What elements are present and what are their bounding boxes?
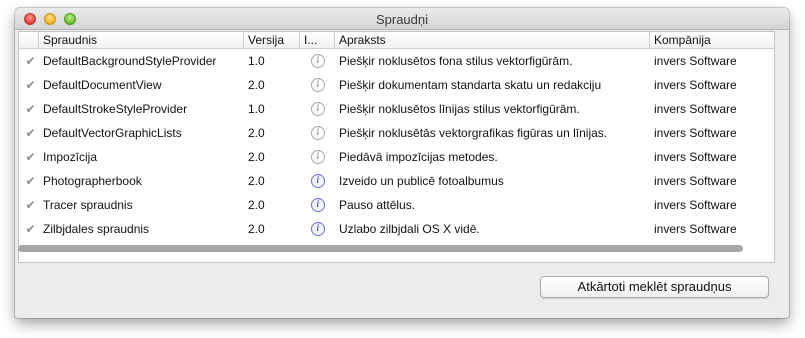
plugin-company: invers Software <box>654 222 737 236</box>
plugin-name: DefaultVectorGraphicLists <box>43 126 182 140</box>
plugin-name: Zilbjdales spraudnis <box>43 222 150 236</box>
plugin-company: invers Software <box>654 150 737 164</box>
plugin-description: Pauso attēlus. <box>339 198 416 212</box>
checkmark-icon[interactable]: ✔ <box>24 175 37 188</box>
plugin-name: DefaultBackgroundStyleProvider <box>43 54 217 68</box>
table-row[interactable]: ✔ Impozīcija 2.0 i Piedāvā impozīcijas metod… <box>19 145 774 169</box>
column-header-version[interactable]: Versija <box>244 32 300 49</box>
plugin-name: DefaultStrokeStyleProvider <box>43 102 188 116</box>
plugin-name: DefaultDocumentView <box>43 78 162 92</box>
plugin-version: 2.0 <box>248 174 265 188</box>
plugin-description: Uzlabo zilbjdali OS X vidē. <box>339 222 480 236</box>
plugin-version: 1.0 <box>248 102 265 116</box>
checkmark-icon[interactable]: ✔ <box>24 79 37 92</box>
info-icon[interactable]: i <box>311 126 325 140</box>
plugin-company: invers Software <box>654 198 737 212</box>
plugin-company: invers Software <box>654 126 737 140</box>
plugin-name: Photographerbook <box>43 174 142 188</box>
plugin-version: 2.0 <box>248 78 265 92</box>
plugin-company: invers Software <box>654 78 737 92</box>
plugins-window: Spraudņi Spraudnis Versija I... Apraksts… <box>15 8 789 318</box>
info-icon[interactable]: i <box>311 174 325 188</box>
info-icon[interactable]: i <box>311 222 325 236</box>
plugin-description: Izveido un publicē fotoalbumus <box>339 174 504 188</box>
plugin-description: Piešķir dokumentam standarta skatu un re… <box>339 78 602 92</box>
plugin-description: Piedāvā impozīcijas metodes. <box>339 150 498 164</box>
info-icon[interactable]: i <box>311 54 325 68</box>
title-bar: Spraudņi <box>15 8 789 30</box>
plugins-table: Spraudnis Versija I... Apraksts Kompānij… <box>18 31 775 263</box>
info-icon[interactable]: i <box>311 102 325 116</box>
checkmark-icon[interactable]: ✔ <box>24 199 37 212</box>
table-row[interactable]: ✔ Tracer spraudnis 2.0 i Pauso attēlus. inver… <box>19 193 774 217</box>
plugin-description: Piešķir noklusētos līnijas stilus vektor… <box>339 102 580 116</box>
column-header-company[interactable]: Kompānija <box>650 32 774 49</box>
rescan-plugins-button[interactable]: Atkārtoti meklēt spraudņus <box>540 276 769 298</box>
window-title: Spraudņi <box>375 12 429 27</box>
table-row[interactable]: ✔ Photographerbook 2.0 i Izveido un publicē … <box>19 169 774 193</box>
column-header-info[interactable]: I... <box>300 32 335 49</box>
checkmark-icon[interactable]: ✔ <box>24 151 37 164</box>
info-icon[interactable]: i <box>311 78 325 92</box>
plugin-version: 1.0 <box>248 54 265 68</box>
plugin-description: Piešķir noklusētās vektorgrafikas figūra… <box>339 126 608 140</box>
column-header-name[interactable]: Spraudnis <box>39 32 244 49</box>
plugin-version: 2.0 <box>248 222 265 236</box>
checkmark-icon[interactable]: ✔ <box>24 55 37 68</box>
table-row[interactable]: ✔ DefaultBackgroundStyleProvider 1.0 i Piešķ… <box>19 49 774 73</box>
info-icon[interactable]: i <box>311 198 325 212</box>
checkmark-icon[interactable]: ✔ <box>24 223 37 236</box>
plugin-version: 2.0 <box>248 198 265 212</box>
plugin-name: Tracer spraudnis <box>43 198 133 212</box>
plugin-name: Impozīcija <box>43 150 98 164</box>
column-header-description[interactable]: Apraksts <box>335 32 650 49</box>
table-header: Spraudnis Versija I... Apraksts Kompānij… <box>19 32 774 49</box>
column-header-checkbox[interactable] <box>19 32 39 49</box>
plugin-company: invers Software <box>654 102 737 116</box>
plugin-version: 2.0 <box>248 126 265 140</box>
checkmark-icon[interactable]: ✔ <box>24 127 37 140</box>
horizontal-scrollbar[interactable] <box>18 245 743 252</box>
info-icon[interactable]: i <box>311 150 325 164</box>
plugin-company: invers Software <box>654 174 737 188</box>
table-row[interactable]: ✔ DefaultVectorGraphicLists 2.0 i Piešķir no… <box>19 121 774 145</box>
plugin-company: invers Software <box>654 54 737 68</box>
plugin-version: 2.0 <box>248 150 265 164</box>
plugin-description: Piešķir noklusētos fona stilus vektorfig… <box>339 54 573 68</box>
table-row[interactable]: ✔ DefaultDocumentView 2.0 i Piešķir dokument… <box>19 73 774 97</box>
table-row[interactable]: ✔ DefaultStrokeStyleProvider 1.0 i Piešķir n… <box>19 97 774 121</box>
checkmark-icon[interactable]: ✔ <box>24 103 37 116</box>
table-row[interactable]: ✔ Zilbjdales spraudnis 2.0 i Uzlabo zilbjdal… <box>19 217 774 241</box>
